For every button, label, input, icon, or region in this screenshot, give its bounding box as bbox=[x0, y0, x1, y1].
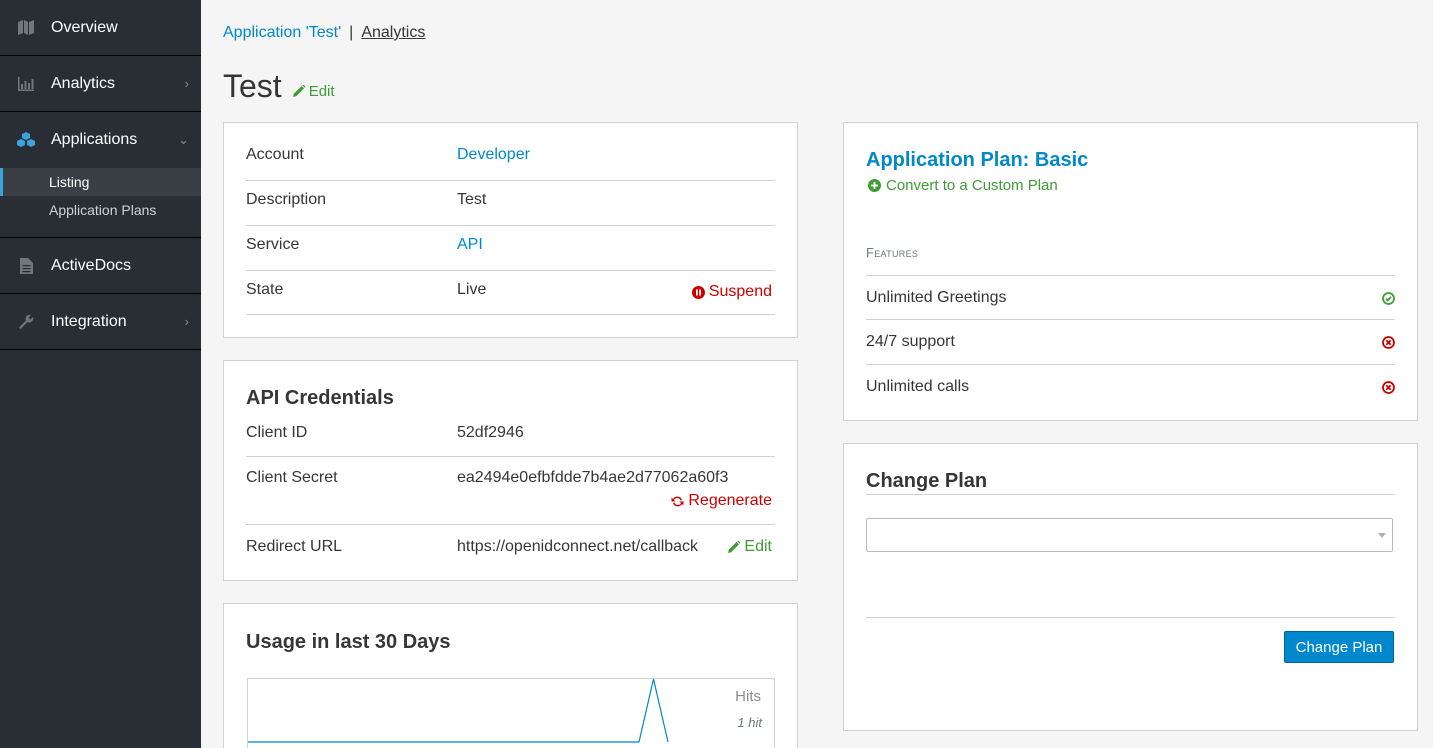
nav-item-integration[interactable]: Integration › bbox=[0, 294, 201, 350]
plan-select[interactable] bbox=[866, 518, 1393, 552]
edit-application-link[interactable]: Edit bbox=[292, 82, 335, 100]
feature-row: Unlimited Greetings bbox=[866, 275, 1395, 320]
suspend-button[interactable]: Suspend bbox=[691, 283, 772, 301]
features-label: Features bbox=[866, 245, 919, 260]
detail-key: Account bbox=[246, 146, 304, 163]
nav-item-analytics[interactable]: Analytics › bbox=[0, 56, 201, 112]
application-plan-card: Application Plan: Basic Convert to a Cus… bbox=[843, 122, 1418, 421]
plus-circle-icon bbox=[868, 179, 881, 192]
feature-label: 24/7 support bbox=[866, 333, 955, 350]
change-plan-title: Change Plan bbox=[866, 470, 988, 492]
feature-label: Unlimited calls bbox=[866, 378, 970, 395]
page-title: Test bbox=[223, 68, 282, 104]
chart-ytick-label: 1 hit bbox=[737, 715, 762, 730]
detail-row-state: State Live Suspend bbox=[246, 281, 775, 315]
form-divider bbox=[866, 617, 1395, 618]
breadcrumb-current-link[interactable]: Analytics bbox=[361, 24, 425, 42]
usage-title: Usage in last 30 Days bbox=[246, 631, 451, 653]
nav-label: Applications bbox=[51, 131, 138, 148]
application-plan-link[interactable]: Application Plan: Basic bbox=[866, 149, 1088, 172]
account-link[interactable]: Developer bbox=[457, 146, 530, 164]
detail-key: State bbox=[246, 281, 284, 298]
change-plan-card: Change Plan Change Plan bbox=[843, 443, 1418, 731]
times-circle-icon bbox=[1382, 335, 1395, 349]
convert-label: Convert to a Custom Plan bbox=[886, 177, 1058, 194]
convert-to-custom-plan-link[interactable]: Convert to a Custom Plan bbox=[868, 177, 1058, 194]
chevron-right-icon: › bbox=[184, 76, 189, 91]
feature-row: Unlimited calls bbox=[866, 364, 1395, 409]
client-secret-value: ea2494e0efbfdde7b4ae2d77062a60f3 bbox=[457, 469, 729, 486]
description-value: Test bbox=[457, 191, 487, 208]
bar-chart-icon bbox=[17, 75, 35, 93]
pause-circle-icon bbox=[691, 285, 705, 299]
refresh-icon bbox=[671, 496, 684, 506]
nav-item-overview[interactable]: Overview bbox=[0, 0, 201, 56]
chart-series-name: Hits bbox=[735, 688, 761, 705]
cubes-icon bbox=[17, 131, 35, 149]
page-title-row: Test Edit bbox=[223, 68, 335, 105]
nav-label: Integration bbox=[51, 312, 127, 330]
detail-key: Description bbox=[246, 191, 327, 208]
pencil-icon bbox=[728, 541, 741, 553]
nav-label: ActiveDocs bbox=[51, 256, 132, 274]
pencil-icon bbox=[292, 85, 305, 97]
service-link[interactable]: API bbox=[457, 236, 483, 254]
regenerate-label: Regenerate bbox=[688, 492, 772, 509]
chevron-right-icon: › bbox=[184, 314, 189, 329]
api-credentials-card: API Credentials Client ID 52df2946 Clien… bbox=[223, 360, 798, 581]
credential-row-client-secret: Client Secret ea2494e0efbfdde7b4ae2d7706… bbox=[246, 469, 775, 525]
breadcrumb: Application 'Test' | Analytics bbox=[223, 24, 425, 42]
wrench-icon bbox=[17, 313, 35, 331]
detail-row-description: Description Test bbox=[246, 191, 775, 226]
edit-redirect-url-button[interactable]: Edit bbox=[728, 538, 772, 556]
nav-label: Overview bbox=[51, 18, 118, 36]
usage-card: Usage in last 30 Days Hits 1 hit bbox=[223, 603, 798, 748]
credential-key: Client ID bbox=[246, 424, 308, 441]
nav-item-activedocs[interactable]: ActiveDocs bbox=[0, 238, 201, 294]
usage-chart: Hits 1 hit bbox=[247, 678, 775, 748]
sidebar: Overview Analytics › Applications ⌄ List… bbox=[0, 0, 201, 748]
title-divider bbox=[866, 494, 1395, 495]
credential-key: Client Secret bbox=[246, 469, 338, 486]
detail-row-service: Service API bbox=[246, 236, 775, 271]
detail-key: Service bbox=[246, 236, 300, 253]
subnav-item-application-plans[interactable]: Application Plans bbox=[0, 196, 201, 224]
document-icon bbox=[17, 257, 35, 275]
client-id-value: 52df2946 bbox=[457, 424, 524, 441]
caret-down-icon bbox=[1378, 533, 1386, 538]
credential-row-redirect-url: Redirect URL https://openidconnect.net/c… bbox=[246, 538, 775, 581]
detail-row-account: Account Developer bbox=[246, 146, 775, 181]
feature-row: 24/7 support bbox=[866, 319, 1395, 364]
usage-chart-svg bbox=[248, 679, 669, 743]
credential-key: Redirect URL bbox=[246, 538, 343, 555]
chevron-down-icon: ⌄ bbox=[178, 132, 189, 147]
breadcrumb-parent-link[interactable]: Application 'Test' bbox=[223, 24, 341, 42]
check-circle-icon bbox=[1382, 291, 1395, 305]
usage-series-line bbox=[248, 679, 669, 743]
edit-label: Edit bbox=[308, 82, 335, 100]
application-details-card: Account Developer Description Test Servi… bbox=[223, 122, 798, 338]
regenerate-button[interactable]: Regenerate bbox=[671, 492, 772, 510]
change-plan-button[interactable]: Change Plan bbox=[1284, 631, 1394, 663]
nav-label: Analytics bbox=[51, 74, 116, 92]
suspend-label: Suspend bbox=[708, 283, 772, 300]
applications-subnav: Listing Application Plans bbox=[0, 168, 201, 238]
edit-label: Edit bbox=[744, 538, 772, 555]
api-credentials-title: API Credentials bbox=[246, 387, 394, 409]
times-circle-icon bbox=[1382, 380, 1395, 394]
breadcrumb-separator: | bbox=[349, 24, 354, 41]
feature-label: Unlimited Greetings bbox=[866, 289, 1007, 306]
credential-row-client-id: Client ID 52df2946 bbox=[246, 424, 775, 457]
map-icon bbox=[17, 19, 35, 37]
nav-item-applications[interactable]: Applications ⌄ bbox=[0, 112, 201, 168]
subnav-item-listing[interactable]: Listing bbox=[0, 168, 201, 196]
state-value: Live bbox=[457, 281, 487, 298]
redirect-url-value: https://openidconnect.net/callback bbox=[457, 538, 699, 555]
